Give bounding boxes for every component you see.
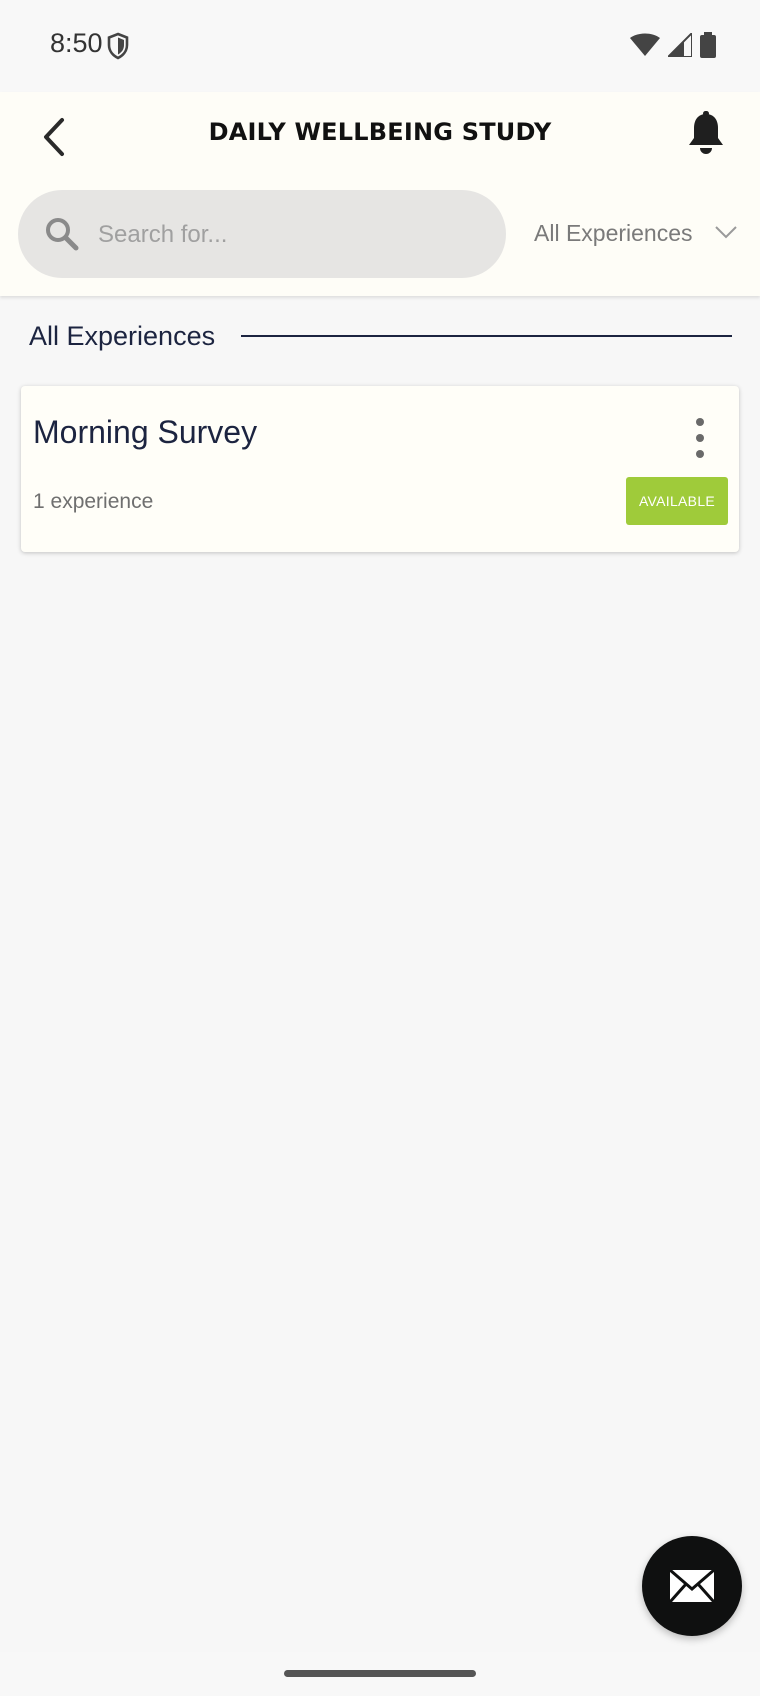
status-time: 8:50: [50, 28, 103, 58]
section-title: All Experiences: [29, 320, 216, 351]
app-header: DAILY WELLBEING STUDY All Experiences: [0, 92, 760, 296]
survey-card-morning-survey[interactable]: Morning Survey 1 experience AVAILABLE: [21, 386, 739, 552]
bell-icon: [689, 111, 723, 154]
card-more-button[interactable]: [685, 416, 715, 460]
search-input[interactable]: [96, 210, 490, 260]
card-title: Morning Survey: [33, 414, 258, 450]
home-indicator[interactable]: [284, 1670, 476, 1677]
wifi-icon: [630, 33, 660, 56]
status-badge: AVAILABLE: [626, 477, 728, 525]
search-box[interactable]: [18, 190, 506, 278]
experience-filter-dropdown[interactable]: All Experiences: [534, 208, 737, 258]
search-icon: [46, 218, 79, 251]
section-header: All Experiences: [29, 318, 732, 354]
page-title: DAILY WELLBEING STUDY: [208, 118, 552, 146]
battery-icon: [700, 32, 716, 58]
compose-message-button[interactable]: [642, 1536, 742, 1636]
status-icons: [630, 32, 716, 58]
chevron-down-icon: [714, 226, 737, 239]
shield-icon: [107, 32, 129, 60]
notifications-button[interactable]: [686, 110, 726, 156]
section-divider: [241, 335, 732, 337]
navigation-bar: [0, 1652, 760, 1696]
status-bar: 8:50: [0, 0, 760, 92]
mail-icon: [669, 1569, 715, 1603]
card-subtitle: 1 experience: [33, 490, 154, 513]
filter-selected-value: All Experiences: [534, 219, 693, 246]
signal-icon: [668, 33, 692, 57]
more-vertical-icon: [696, 418, 704, 458]
